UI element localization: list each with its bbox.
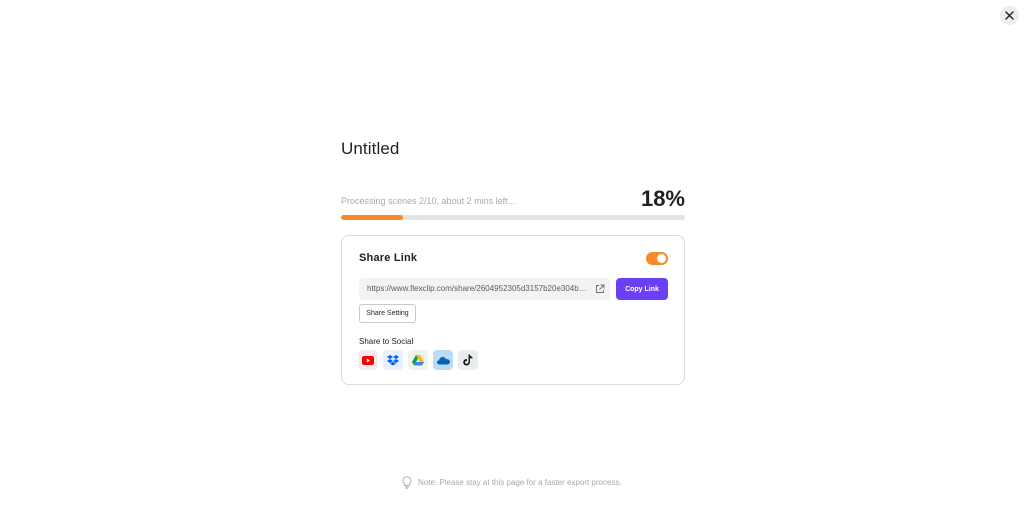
share-url-text: https://www.flexclip.com/share/260495230…	[367, 284, 589, 293]
copy-link-button[interactable]: Copy Link	[616, 278, 668, 300]
social-buttons	[358, 350, 478, 370]
toggle-knob	[657, 254, 666, 263]
share-link-card: Share Link https://www.flexclip.com/shar…	[341, 235, 685, 385]
progress-fill	[341, 215, 403, 220]
project-title: Untitled	[341, 139, 400, 158]
google-drive-icon	[412, 354, 424, 365]
share-onedrive-button[interactable]	[433, 350, 453, 370]
share-setting-button[interactable]: Share Setting	[359, 304, 416, 323]
share-youtube-button[interactable]	[358, 350, 378, 370]
tiktok-icon	[463, 354, 473, 366]
share-to-social-label: Share to Social	[359, 337, 414, 346]
share-link-toggle[interactable]	[646, 252, 668, 265]
export-note: Note: Please stay at this page for a fas…	[402, 476, 622, 489]
export-progress-section: Untitled Processing scenes 2/10, about 2…	[341, 138, 685, 220]
share-tiktok-button[interactable]	[458, 350, 478, 370]
dropbox-icon	[387, 354, 399, 365]
share-url-field[interactable]: https://www.flexclip.com/share/260495230…	[359, 278, 610, 300]
external-link-icon[interactable]	[595, 284, 605, 294]
progress-header: Processing scenes 2/10, about 2 mins lef…	[341, 186, 685, 214]
note-text: Note: Please stay at this page for a fas…	[418, 478, 622, 487]
share-google-drive-button[interactable]	[408, 350, 428, 370]
onedrive-icon	[436, 356, 450, 364]
progress-status: Processing scenes 2/10, about 2 mins lef…	[341, 196, 516, 206]
export-page: Untitled Processing scenes 2/10, about 2…	[0, 0, 1024, 516]
lightbulb-icon	[402, 476, 412, 489]
close-button[interactable]	[1000, 6, 1019, 25]
progress-bar	[341, 215, 685, 220]
close-icon	[1005, 11, 1014, 20]
youtube-icon	[362, 355, 374, 365]
share-link-title: Share Link	[359, 252, 418, 264]
progress-percent: 18%	[640, 186, 685, 211]
share-dropbox-button[interactable]	[383, 350, 403, 370]
